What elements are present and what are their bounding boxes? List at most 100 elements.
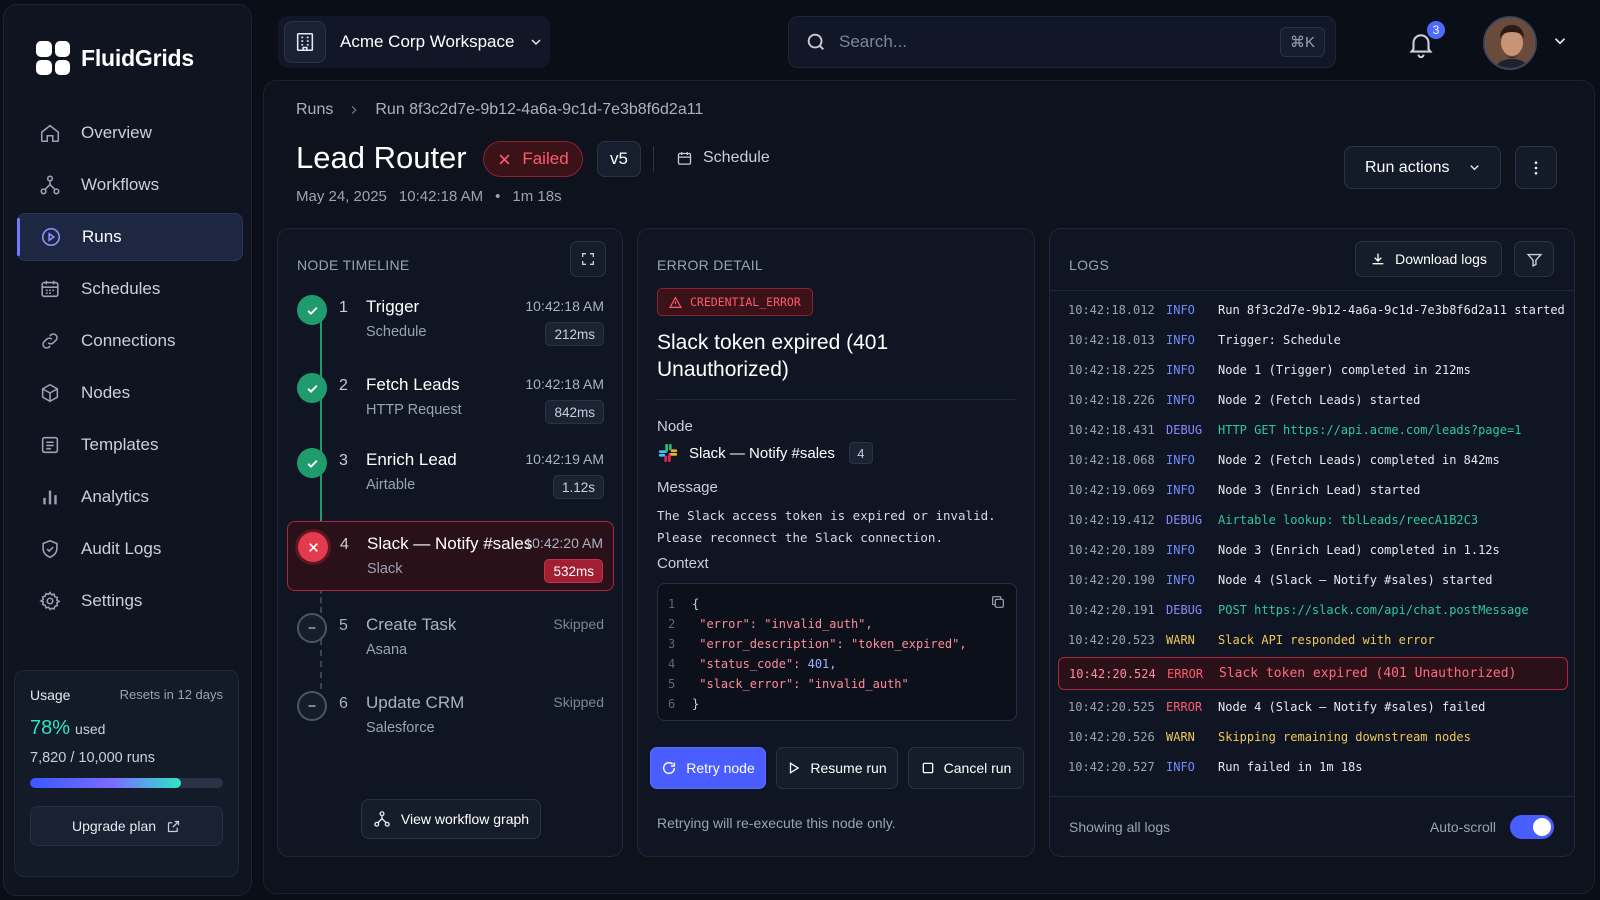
sidebar-item-nodes[interactable]: Nodes <box>17 369 243 417</box>
account-chevron-down-icon[interactable] <box>1551 32 1569 50</box>
search-bar[interactable]: Search... ⌘K <box>788 16 1336 68</box>
log-timestamp: 10:42:18.226 <box>1068 393 1155 407</box>
node-number: 4 <box>340 536 349 553</box>
line-number: 2 <box>668 617 676 631</box>
code-value: "invalid_auth" <box>807 677 909 691</box>
more-options-button[interactable] <box>1515 146 1557 189</box>
retry-node-button[interactable]: Retry node <box>650 747 766 789</box>
error-node-number: 4 <box>848 442 873 464</box>
log-row[interactable]: 10:42:20.190 INFO Node 4 (Slack – Notify #… <box>1058 565 1568 595</box>
node-time: 10:42:18 AM <box>525 298 604 314</box>
timeline-node[interactable]: 1 Trigger Schedule 10:42:18 AM 212ms <box>287 285 614 353</box>
home-icon <box>40 124 60 143</box>
sidebar-item-connections[interactable]: Connections <box>17 317 243 365</box>
auto-scroll-toggle[interactable] <box>1510 814 1554 839</box>
sidebar-item-label: Nodes <box>81 383 131 402</box>
sidebar-item-analytics[interactable]: Analytics <box>17 473 243 521</box>
check-icon <box>297 448 327 478</box>
log-row[interactable]: 10:42:18.068 INFO Node 2 (Fetch Leads) com… <box>1058 445 1568 475</box>
timeline-node[interactable]: 2 Fetch Leads HTTP Request 10:42:18 AM 8… <box>287 363 614 431</box>
log-row[interactable]: 10:42:18.431 DEBUG HTTP GET https://api.ac… <box>1058 415 1568 445</box>
log-message: Airtable lookup: tblLeads/reecA1B2C3 <box>1218 513 1479 527</box>
status-badge: Failed <box>483 141 583 177</box>
context-code-block: 1{ 2 "error": "invalid_auth", 3 "error_d… <box>657 583 1017 721</box>
sidebar-item-label: Runs <box>82 227 122 246</box>
log-level: INFO <box>1166 573 1195 587</box>
log-row[interactable]: 10:42:19.412 DEBUG Airtable lookup: tblLea… <box>1058 505 1568 535</box>
download-logs-button[interactable]: Download logs <box>1355 241 1502 277</box>
minus-icon <box>297 613 327 643</box>
app-logo[interactable]: FluidGrids <box>36 41 194 75</box>
sidebar-item-schedules[interactable]: Schedules <box>17 265 243 313</box>
log-row[interactable]: 10:42:20.527 INFO Run failed in 1m 18s <box>1058 752 1568 782</box>
usage-runs-sep: / <box>70 750 75 766</box>
filter-button[interactable] <box>1514 241 1554 277</box>
view-workflow-graph-button[interactable]: View workflow graph <box>361 799 541 839</box>
bar-chart-icon <box>43 490 57 505</box>
log-level: ERROR <box>1167 666 1204 681</box>
panel-header: ERROR DETAIL <box>657 257 764 273</box>
log-message: Slack API responded with error <box>1218 633 1435 647</box>
sidebar-item-workflows[interactable]: Workflows <box>17 161 243 209</box>
upgrade-plan-button[interactable]: Upgrade plan <box>30 806 223 846</box>
log-row[interactable]: 10:42:20.525 ERROR Node 4 (Slack – Notify … <box>1058 692 1568 722</box>
log-row[interactable]: 10:42:20.189 INFO Node 3 (Enrich Lead) com… <box>1058 535 1568 565</box>
error-node[interactable]: Slack — Notify #sales 4 <box>657 442 873 464</box>
timeline-node[interactable]: 3 Enrich Lead Airtable 10:42:19 AM 1.12s <box>287 438 614 506</box>
node-number: 2 <box>339 377 348 394</box>
context-label: Context <box>657 555 709 572</box>
timeline-node-failed[interactable]: 4 Slack — Notify #sales Slack 10:42:20 A… <box>287 521 614 591</box>
code-value: "invalid_auth", <box>764 617 873 631</box>
node-label: Node <box>657 418 693 435</box>
sidebar-item-label: Audit Logs <box>81 539 162 558</box>
logs-filter-status: Showing all logs <box>1069 818 1171 835</box>
avatar[interactable] <box>1483 16 1537 70</box>
search-input[interactable]: Search... <box>839 32 1268 52</box>
log-row[interactable]: 10:42:18.012 INFO Run 8f3c2d7e-9b12-4a6a-9… <box>1058 295 1568 325</box>
panel-header: LOGS <box>1069 257 1110 273</box>
log-timestamp: 10:42:19.412 <box>1068 513 1155 527</box>
log-row[interactable]: 10:42:18.225 INFO Node 1 (Trigger) complet… <box>1058 355 1568 385</box>
cube-icon <box>41 383 59 403</box>
logs-footer: Showing all logs Auto-scroll <box>1050 796 1574 856</box>
log-timestamp: 10:42:20.191 <box>1068 603 1155 617</box>
sidebar-item-runs[interactable]: Runs <box>17 213 243 261</box>
log-row[interactable]: 10:42:18.226 INFO Node 2 (Fetch Leads) sta… <box>1058 385 1568 415</box>
sidebar-item-overview[interactable]: Overview <box>17 109 243 157</box>
usage-progress-bar <box>30 778 223 788</box>
log-row[interactable]: 10:42:20.523 WARN Slack API responded with… <box>1058 625 1568 655</box>
workspace-switcher[interactable]: Acme Corp Workspace <box>278 16 550 68</box>
code-key: "error_description": <box>699 637 851 651</box>
template-icon <box>41 436 59 454</box>
breadcrumb: Runs Run 8f3c2d7e-9b12-4a6a-9c1d-7e3b8f6… <box>296 101 703 119</box>
log-row[interactable]: 10:42:20.526 WARN Skipping remaining downs… <box>1058 722 1568 752</box>
view-workflow-graph-label: View workflow graph <box>400 811 530 827</box>
run-actions-dropdown[interactable]: Run actions <box>1344 146 1501 189</box>
code-line: 5 "slack_error": "invalid_auth" <box>668 674 1016 694</box>
sidebar-item-audit-logs[interactable]: Audit Logs <box>17 525 243 573</box>
breadcrumb-runs-link[interactable]: Runs <box>296 101 333 119</box>
log-row[interactable]: 10:42:18.013 INFO Trigger: Schedule <box>1058 325 1568 355</box>
version-badge: v5 <box>597 141 641 177</box>
log-message: HTTP GET https://api.acme.com/leads?page… <box>1218 423 1522 437</box>
log-row[interactable]: 10:42:19.069 INFO Node 3 (Enrich Lead) sta… <box>1058 475 1568 505</box>
message-label: Message <box>657 479 718 496</box>
sidebar-item-settings[interactable]: Settings <box>17 577 243 625</box>
node-name: Trigger <box>366 297 420 316</box>
resume-run-button[interactable]: Resume run <box>776 747 898 789</box>
log-row-highlighted[interactable]: 10:42:20.524 ERROR Slack token expired (40… <box>1058 657 1568 690</box>
divider <box>1050 290 1574 291</box>
log-message: Skipping remaining downstream nodes <box>1218 730 1471 744</box>
copy-icon[interactable] <box>990 594 1006 616</box>
sidebar-item-templates[interactable]: Templates <box>17 421 243 469</box>
expand-button[interactable] <box>570 241 606 277</box>
timeline-node-skipped[interactable]: 6 Update CRM Salesforce Skipped <box>287 681 614 749</box>
play-icon <box>790 762 800 774</box>
log-row[interactable]: 10:42:20.191 DEBUG POST https://slack.com/… <box>1058 595 1568 625</box>
timeline-node-skipped[interactable]: 5 Create Task Asana Skipped <box>287 603 614 671</box>
node-number: 3 <box>339 452 348 469</box>
building-icon <box>284 21 326 63</box>
cancel-run-button[interactable]: Cancel run <box>908 747 1024 789</box>
log-message: Trigger: Schedule <box>1218 333 1341 347</box>
log-message: Node 2 (Fetch Leads) completed in 842ms <box>1218 453 1500 467</box>
